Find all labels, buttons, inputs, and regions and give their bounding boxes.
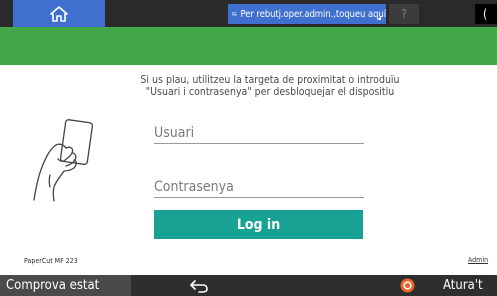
stop-icon xyxy=(400,278,415,293)
product-label: PaperCut MF 223 xyxy=(24,257,78,265)
check-status-button[interactable]: Comprova estat xyxy=(0,275,131,296)
top-system-bar: Per rebutj.oper.admin.,toqueu aquí ? ( xyxy=(0,0,497,27)
bottom-system-bar: Comprova estat Atura't xyxy=(0,275,497,296)
stop-button[interactable] xyxy=(400,278,415,293)
stop-label[interactable]: Atura't xyxy=(443,275,483,296)
login-instructions: Si us plau, utilitzeu la targeta de prox… xyxy=(100,74,440,98)
help-button[interactable]: ? xyxy=(389,4,419,24)
instructions-line-1: Si us plau, utilitzeu la targeta de prox… xyxy=(140,74,400,86)
operator-notice-text: Per rebutj.oper.admin.,toqueu aquí xyxy=(240,8,387,20)
username-input[interactable] xyxy=(154,122,364,144)
home-icon xyxy=(50,5,68,22)
login-button[interactable]: Log in xyxy=(154,210,363,239)
operator-screen-icon xyxy=(232,12,237,16)
password-field[interactable] xyxy=(154,176,364,198)
password-input[interactable] xyxy=(154,176,364,198)
operator-notice-button[interactable]: Per rebutj.oper.admin.,toqueu aquí xyxy=(228,4,386,24)
top-right-button[interactable]: ( xyxy=(475,4,497,24)
header-banner xyxy=(0,27,497,65)
back-arrow-icon xyxy=(190,280,208,293)
username-field[interactable] xyxy=(154,122,364,144)
admin-link[interactable]: Admin xyxy=(468,256,488,264)
hand-card-icon xyxy=(33,119,94,202)
home-button[interactable] xyxy=(13,0,105,27)
corner-triangle-icon xyxy=(377,16,381,20)
instructions-line-2: "Usuari i contrasenya" per desbloquejar … xyxy=(145,86,395,98)
back-button[interactable] xyxy=(188,277,212,294)
